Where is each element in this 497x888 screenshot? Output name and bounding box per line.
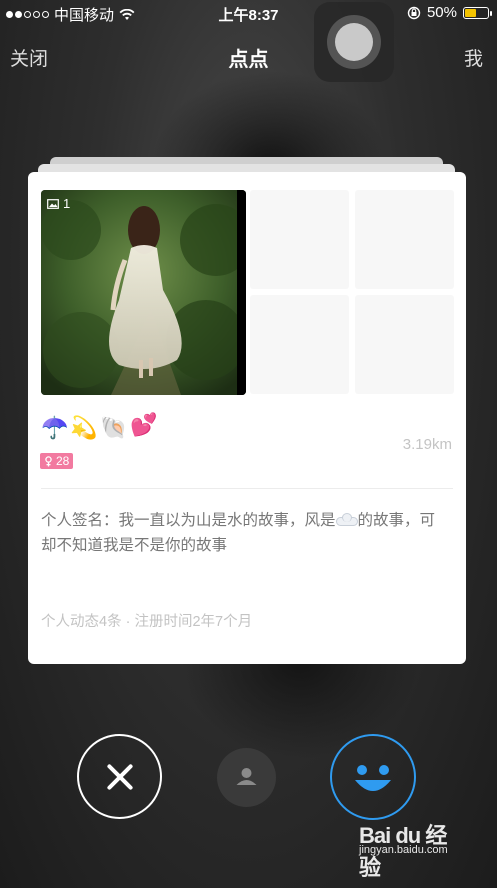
photo-slot-empty bbox=[250, 295, 349, 394]
status-bar: 中国移动 上午8:37 50% bbox=[0, 0, 497, 26]
page-title: 点点 bbox=[228, 49, 269, 71]
like-button[interactable] bbox=[330, 734, 416, 820]
age-badge: 28 bbox=[40, 453, 74, 469]
user-icon bbox=[236, 768, 257, 785]
signature-text: 个人签名：我一直以为山是水的故事，风是 的故事，可却不知道我是不是你的故事 bbox=[41, 508, 446, 558]
photo-image bbox=[41, 190, 246, 395]
photo-count-label: 1 bbox=[63, 196, 71, 211]
battery-fill bbox=[465, 8, 476, 17]
profile-meta: 个人动态4条 · 注册时间2年7个月 bbox=[41, 614, 253, 630]
photo-slot-empty bbox=[355, 190, 454, 289]
divider bbox=[41, 488, 453, 489]
profile-button[interactable] bbox=[217, 748, 276, 807]
dislike-button[interactable] bbox=[77, 734, 162, 819]
photo-slot-empty bbox=[355, 295, 454, 394]
rotation-lock-icon bbox=[407, 6, 421, 19]
age-label: 28 bbox=[56, 454, 70, 468]
smile-face-icon bbox=[355, 765, 391, 791]
profile-photo[interactable]: 1 bbox=[41, 190, 246, 395]
me-button[interactable]: 我 bbox=[464, 44, 483, 71]
emoji-umbrella: ☂️ bbox=[41, 415, 69, 440]
female-icon bbox=[45, 455, 52, 466]
profile-card[interactable]: 1 ☂️ 💫 🐚 💕 28 3.19km 个人签名：我一直以为山是水的故事，风是… bbox=[28, 172, 466, 664]
status-right: 50% bbox=[407, 4, 492, 21]
emoji-shell: 🐚 bbox=[100, 415, 128, 440]
watermark-url: jingyan.baidu.com bbox=[359, 844, 448, 856]
battery-icon bbox=[463, 6, 492, 19]
signature-part1: 个人签名：我一直以为山是水的故事，风是 bbox=[41, 512, 336, 529]
photo-count: 1 bbox=[47, 196, 70, 211]
assistive-touch-button[interactable] bbox=[314, 2, 394, 82]
image-icon bbox=[47, 198, 59, 209]
photo-slot-empty bbox=[250, 190, 349, 289]
cloud-icon bbox=[335, 513, 358, 526]
emoji-dizzy: 💫 bbox=[70, 415, 98, 440]
baidu-watermark: Bai du 经验 jingyan.baidu.com bbox=[359, 818, 467, 880]
battery-percent: 50% bbox=[426, 4, 457, 21]
distance-label: 3.19km bbox=[402, 436, 452, 453]
emoji-hearts: 💕 bbox=[130, 412, 158, 437]
